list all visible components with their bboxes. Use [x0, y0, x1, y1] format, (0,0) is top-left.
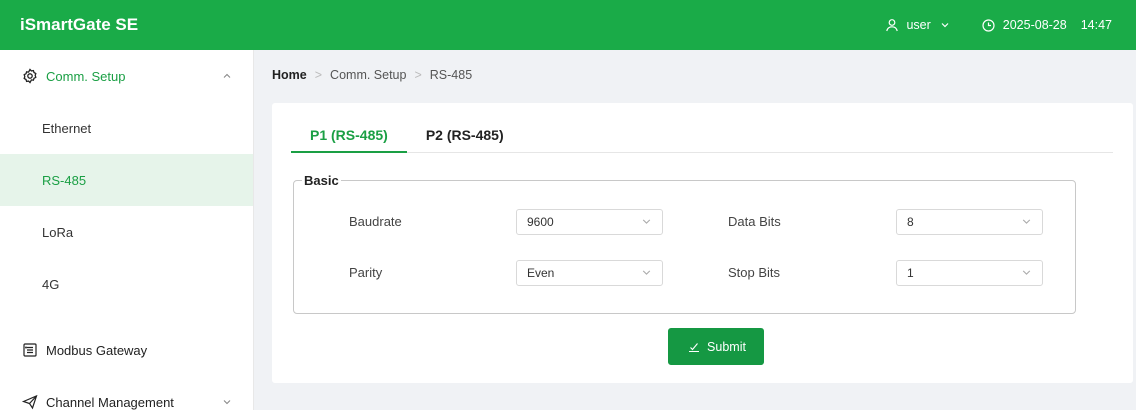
- sidebar-group-modbus-gateway[interactable]: Modbus Gateway: [0, 324, 253, 376]
- data-bits-value: 8: [907, 215, 914, 229]
- send-icon: [22, 394, 38, 410]
- gear-icon: [22, 68, 38, 84]
- gateway-icon: [22, 342, 38, 358]
- stop-bits-select[interactable]: 1: [896, 260, 1043, 286]
- app-title: iSmartGate SE: [20, 15, 139, 34]
- baudrate-label: Baudrate: [349, 214, 402, 229]
- sidebar-group-label: Comm. Setup: [46, 68, 126, 84]
- breadcrumb-separator-icon: >: [314, 68, 323, 82]
- submit-label: Submit: [707, 339, 746, 354]
- chevron-down-icon: [937, 17, 953, 33]
- chevron-down-icon: [641, 216, 652, 230]
- settings-card: P1 (RS-485) P2 (RS-485) Basic Baudrate 9…: [272, 103, 1133, 383]
- sidebar-item-4g[interactable]: 4G: [0, 258, 253, 310]
- basic-settings-section: Basic Baudrate 9600 Data Bits 8 Parity E…: [293, 173, 1076, 314]
- sidebar-item-lora[interactable]: LoRa: [0, 206, 253, 258]
- tab-p1-rs485[interactable]: P1 (RS-485): [291, 123, 407, 153]
- breadcrumb-comm-setup[interactable]: Comm. Setup: [330, 68, 406, 82]
- stop-bits-label: Stop Bits: [728, 265, 781, 280]
- user-icon: [884, 17, 900, 33]
- data-bits-label: Data Bits: [728, 214, 781, 229]
- section-title: Basic: [304, 173, 339, 188]
- parity-label: Parity: [349, 265, 383, 280]
- parity-value: Even: [527, 266, 555, 280]
- parity-select[interactable]: Even: [516, 260, 663, 286]
- date-time: 2025-08-28 14:47: [981, 17, 1112, 33]
- breadcrumb-separator-icon: >: [414, 68, 422, 82]
- top-right-area: user 2025-08-28 14:47: [884, 17, 1136, 33]
- sidebar: Comm. Setup Ethernet RS-485 LoRa 4G Modb…: [0, 50, 254, 410]
- chevron-down-icon: [219, 394, 235, 410]
- breadcrumb-rs485: RS-485: [429, 68, 473, 82]
- submit-button[interactable]: Submit: [668, 328, 764, 365]
- chevron-down-icon: [1021, 216, 1032, 230]
- tab-p2-rs485[interactable]: P2 (RS-485): [407, 123, 523, 153]
- data-bits-select[interactable]: 8: [896, 209, 1043, 235]
- user-menu[interactable]: user: [884, 17, 952, 33]
- top-bar: iSmartGate SE user 2025-08-28 14:47: [0, 0, 1136, 50]
- user-name: user: [906, 18, 931, 32]
- current-date: 2025-08-28: [1002, 18, 1067, 32]
- sidebar-group-comm-setup[interactable]: Comm. Setup: [0, 50, 253, 102]
- baudrate-select[interactable]: 9600: [516, 209, 663, 235]
- sidebar-group-channel-management[interactable]: Channel Management: [0, 376, 253, 410]
- breadcrumb-home[interactable]: Home: [272, 68, 307, 82]
- sidebar-item-ethernet[interactable]: Ethernet: [0, 102, 253, 154]
- sidebar-group-label: Channel Management: [46, 394, 174, 410]
- baudrate-value: 9600: [527, 215, 554, 229]
- stop-bits-value: 1: [907, 266, 914, 280]
- sidebar-group-label: Modbus Gateway: [46, 342, 148, 358]
- sidebar-item-rs485[interactable]: RS-485: [0, 154, 253, 206]
- chevron-up-icon: [219, 68, 235, 84]
- chevron-down-icon: [641, 267, 652, 281]
- clock-icon: [981, 17, 997, 33]
- port-tabs: P1 (RS-485) P2 (RS-485): [291, 123, 1113, 153]
- breadcrumb: Home > Comm. Setup > RS-485: [272, 68, 472, 82]
- current-time: 14:47: [1080, 18, 1112, 32]
- chevron-down-icon: [1021, 267, 1032, 281]
- submit-icon: [686, 339, 702, 355]
